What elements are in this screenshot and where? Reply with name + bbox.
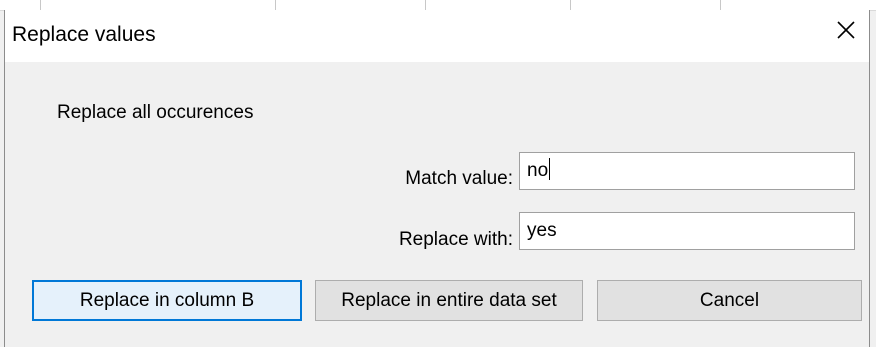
- text-caret: [549, 158, 551, 180]
- cancel-button[interactable]: Cancel: [597, 280, 862, 321]
- replace-in-column-button[interactable]: Replace in column B: [32, 280, 302, 321]
- column-divider: [720, 0, 721, 10]
- replace-in-entire-data-set-label: Replace in entire data set: [341, 289, 557, 311]
- replace-with-label: Replace with:: [398, 229, 513, 250]
- column-divider: [570, 0, 571, 10]
- title-bar: Replace values: [5, 10, 869, 62]
- replace-with-input[interactable]: yes: [519, 212, 855, 250]
- match-value-label: Match value:: [405, 168, 513, 189]
- column-divider: [425, 0, 426, 10]
- replace-with-text: yes: [527, 220, 557, 241]
- replace-values-dialog: Replace values Replace all occurences Ma…: [4, 10, 870, 347]
- dialog-title: Replace values: [12, 23, 156, 46]
- match-value-text: no: [527, 160, 549, 181]
- replace-in-column-label: Replace in column B: [79, 289, 255, 311]
- column-divider: [275, 0, 276, 10]
- close-icon: [836, 20, 856, 45]
- close-button[interactable]: [823, 10, 869, 54]
- column-divider: [40, 0, 41, 10]
- intro-label: Replace all occurences: [57, 102, 254, 123]
- cancel-label: Cancel: [699, 289, 760, 311]
- match-value-input[interactable]: no: [519, 152, 855, 190]
- replace-in-entire-data-set-button[interactable]: Replace in entire data set: [315, 280, 583, 321]
